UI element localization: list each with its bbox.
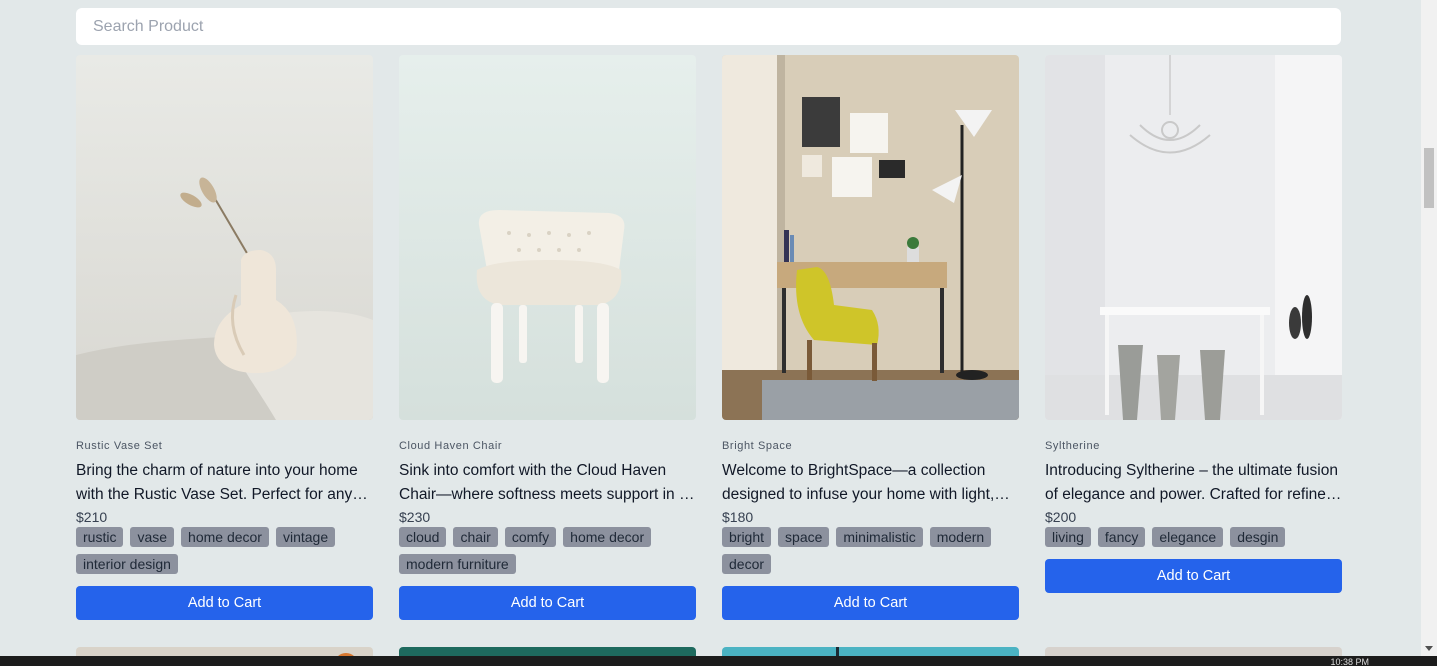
product-description: Sink into comfort with the Cloud Haven C… bbox=[399, 462, 688, 503]
tag: space bbox=[778, 527, 830, 547]
taskbar-clock: 10:38 PM bbox=[1330, 657, 1369, 666]
product-card: Bright Space Welcome to BrightSpace—a co… bbox=[722, 55, 1019, 620]
tag: interior design bbox=[76, 554, 178, 574]
vertical-scrollbar[interactable] bbox=[1421, 0, 1437, 656]
tag-list: living fancy elegance desgin bbox=[1045, 527, 1342, 547]
scroll-down-arrow-icon[interactable] bbox=[1425, 646, 1433, 651]
search-bar[interactable] bbox=[76, 8, 1341, 45]
tag: modern furniture bbox=[399, 554, 516, 574]
scrollbar-thumb[interactable] bbox=[1424, 148, 1434, 208]
tag: minimalistic bbox=[836, 527, 923, 547]
product-description: Bring the charm of nature into your home… bbox=[76, 462, 358, 503]
tag-list: bright space minimalistic modern decor bbox=[722, 527, 1019, 574]
tag: vintage bbox=[275, 527, 336, 547]
product-name: Cloud Haven Chair bbox=[399, 440, 503, 452]
add-to-cart-button[interactable]: Add to Cart bbox=[76, 586, 373, 620]
product-image-dining[interactable] bbox=[1045, 55, 1342, 420]
tag: living bbox=[1045, 527, 1091, 547]
tag: desgin bbox=[1230, 527, 1286, 547]
tag-list: rustic vase home decor vintage interior … bbox=[76, 527, 373, 574]
add-to-cart-button[interactable]: Add to Cart bbox=[1045, 559, 1342, 593]
tag-list: cloud chair comfy home decor modern furn… bbox=[399, 527, 696, 574]
tag: comfy bbox=[504, 527, 557, 547]
product-card: Rustic Vase Set Bring the charm of natur… bbox=[76, 55, 373, 620]
tag: modern bbox=[929, 527, 992, 547]
product-price: $200 bbox=[1045, 509, 1077, 525]
product-card: Cloud Haven Chair Sink into comfort with… bbox=[399, 55, 696, 620]
product-price: $210 bbox=[76, 509, 108, 525]
product-price: $180 bbox=[722, 509, 754, 525]
tag: home decor bbox=[563, 527, 652, 547]
tag: chair bbox=[453, 527, 498, 547]
product-name: Bright Space bbox=[722, 440, 793, 452]
product-image-vase[interactable] bbox=[76, 55, 373, 420]
tag: cloud bbox=[399, 527, 447, 547]
add-to-cart-button[interactable]: Add to Cart bbox=[399, 586, 696, 620]
product-card: Syltherine Introducing Syltherine – the … bbox=[1045, 55, 1342, 593]
taskbar: 10:38 PM bbox=[0, 656, 1437, 666]
tag: rustic bbox=[76, 527, 124, 547]
search-input[interactable] bbox=[93, 17, 1341, 36]
tag: home decor bbox=[181, 527, 269, 547]
product-description: Welcome to BrightSpace—a collection desi… bbox=[722, 462, 995, 503]
add-to-cart-button[interactable]: Add to Cart bbox=[722, 586, 1019, 620]
tag: decor bbox=[722, 554, 772, 574]
product-description: Introducing Syltherine – the ultimate fu… bbox=[1045, 462, 1338, 503]
tag: elegance bbox=[1152, 527, 1224, 547]
product-image-chair[interactable] bbox=[399, 55, 696, 420]
tag: fancy bbox=[1097, 527, 1146, 547]
product-name: Rustic Vase Set bbox=[76, 440, 163, 452]
tag: vase bbox=[130, 527, 175, 547]
tag: bright bbox=[722, 527, 772, 547]
product-image-desk[interactable] bbox=[722, 55, 1019, 420]
product-name: Syltherine bbox=[1045, 440, 1100, 452]
product-price: $230 bbox=[399, 509, 431, 525]
